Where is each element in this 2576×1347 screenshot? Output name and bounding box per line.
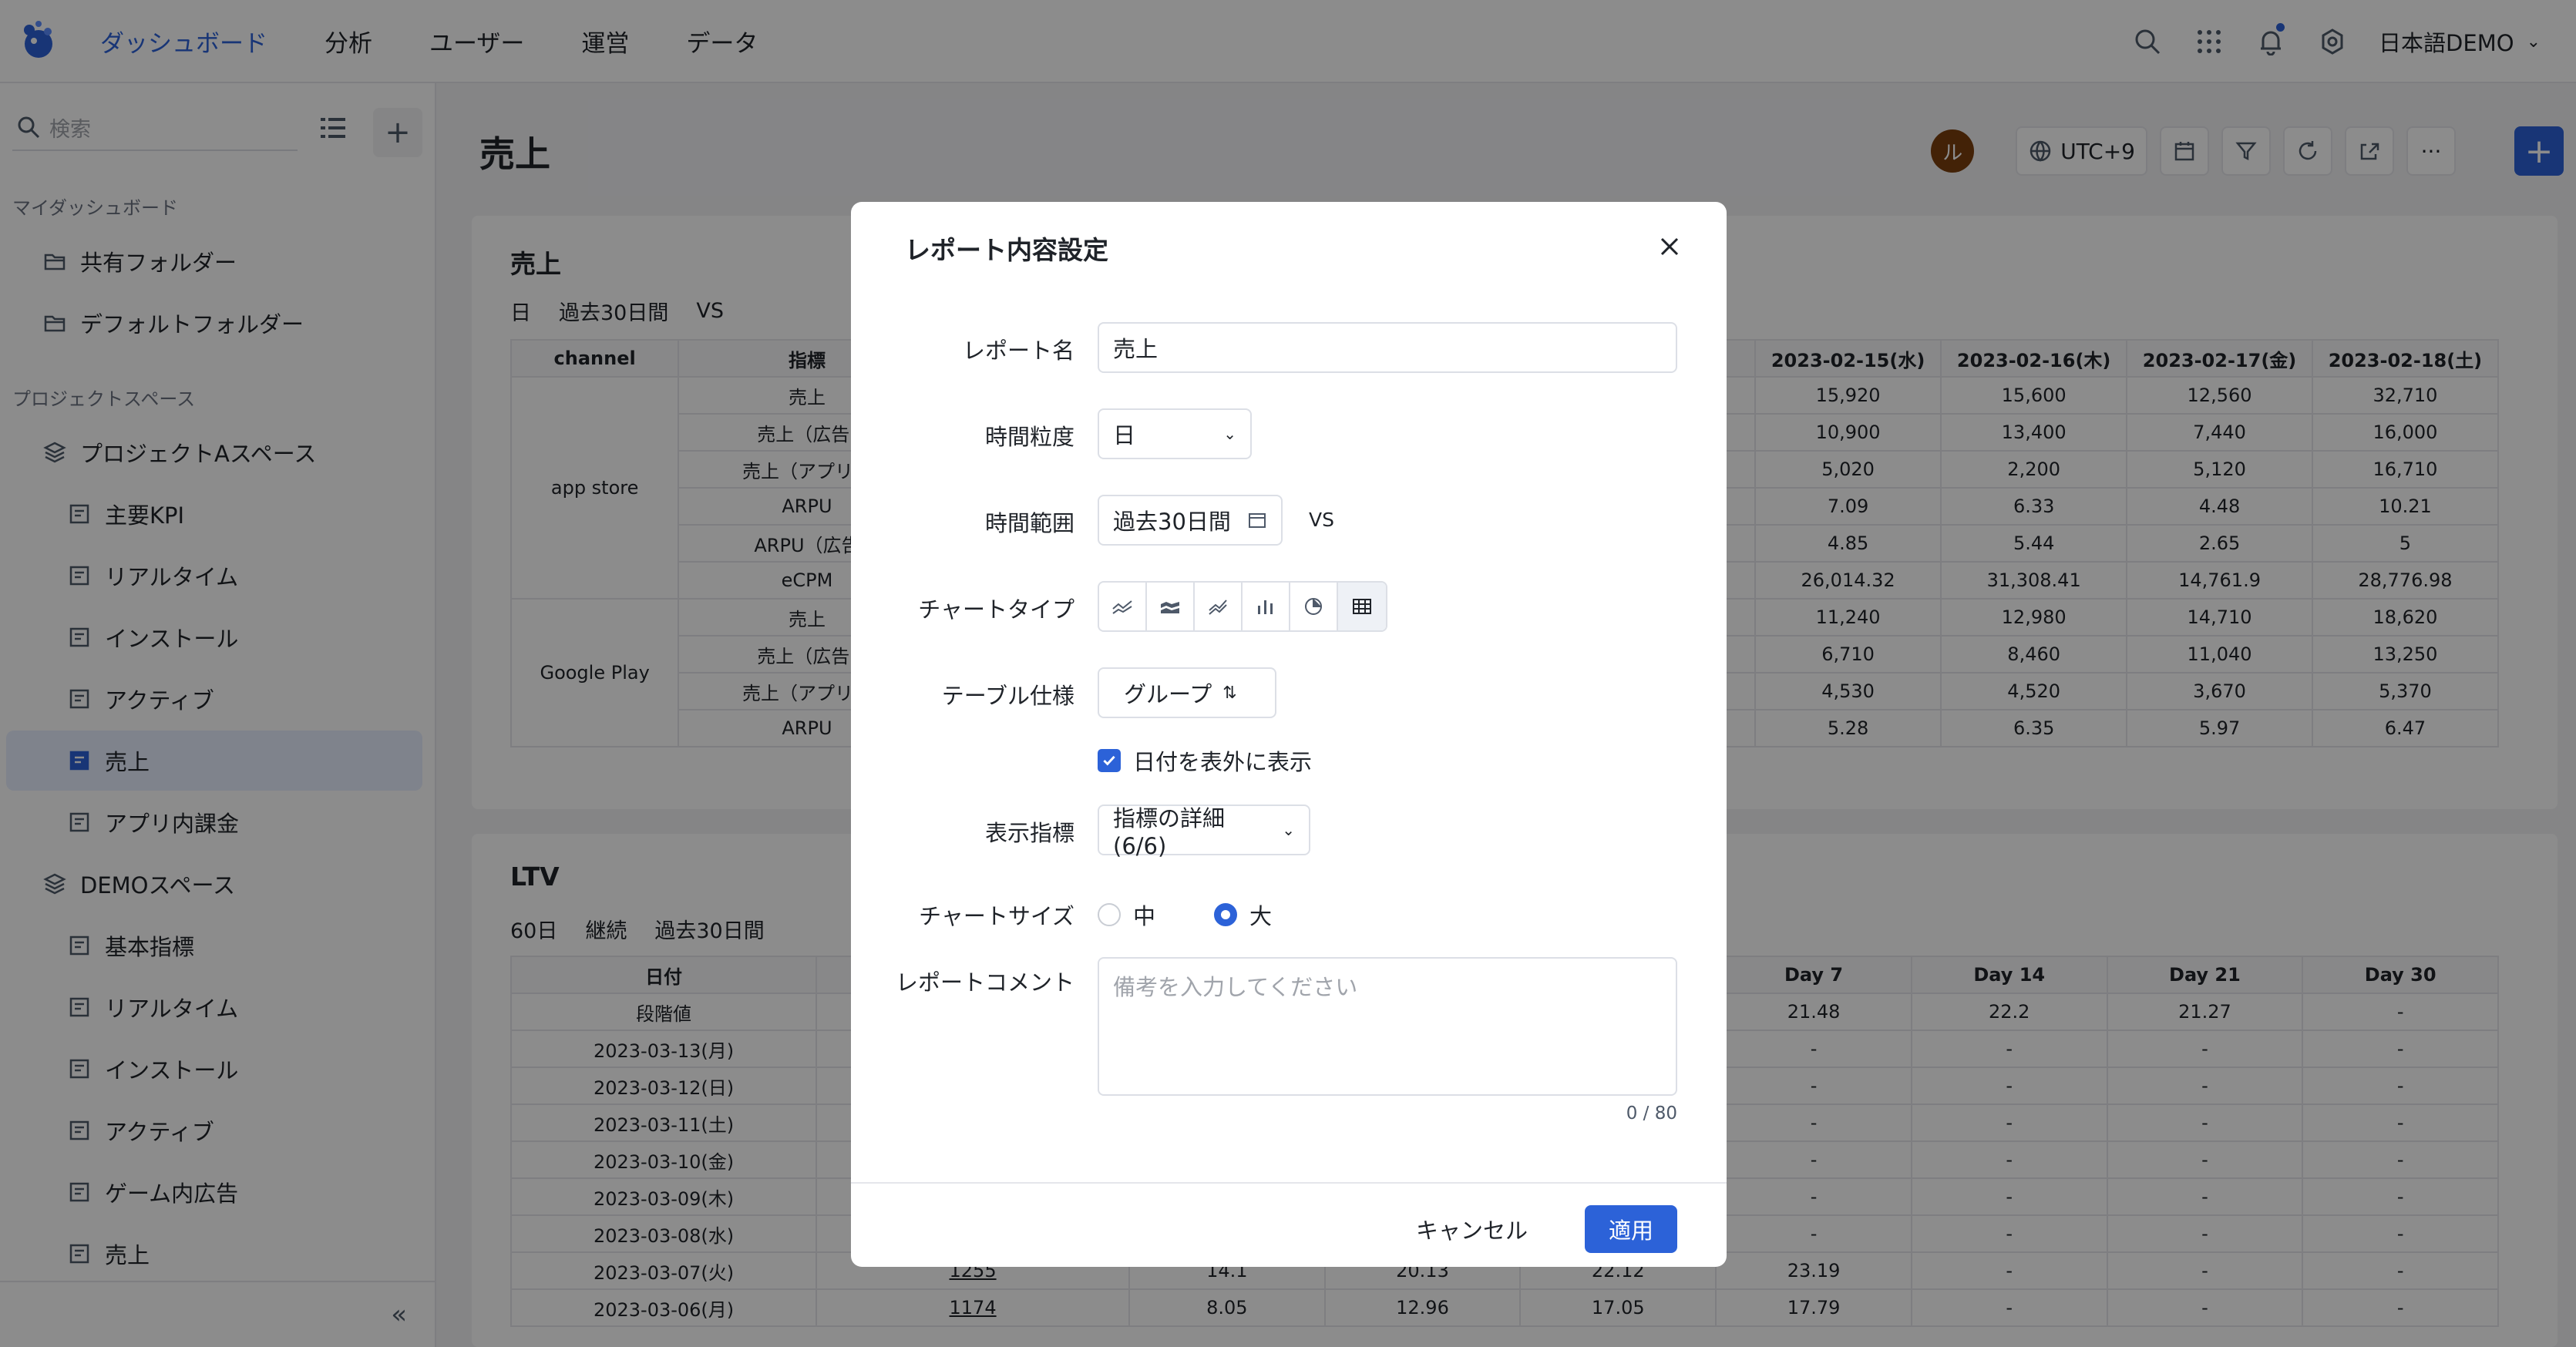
dialog-title: レポート内容設定 [905,235,1108,265]
comment-placeholder: 備考を入力してください [1113,974,1358,1000]
metrics-label: 表示指標 [984,820,1074,846]
chart-type-selector [1098,581,1387,632]
calendar-icon [1249,513,1266,528]
table-spec-select[interactable]: グループ ⇅ [1098,667,1276,718]
radio-large[interactable] [1214,903,1238,926]
caret-down-icon: ⌄ [1223,425,1236,443]
close-button[interactable] [1654,231,1685,262]
radio-large-label[interactable]: 大 [1249,899,1272,931]
close-icon [1660,237,1679,256]
metrics-value: 指標の詳細 (6/6) [1113,805,1226,859]
report-name-input[interactable]: 売上 [1098,322,1677,373]
chart-size-label: チャートサイズ [919,903,1074,929]
checkbox-checked[interactable] [1098,749,1121,772]
table-spec-value: グループ [1124,681,1212,707]
chevron-down-icon: ⌄ [1282,821,1295,839]
area-chart-icon [1161,602,1179,613]
metrics-select[interactable]: 指標の詳細 (6/6) ⌄ [1098,805,1310,859]
chart-type-pie[interactable] [1290,583,1338,630]
chart-type-trend[interactable] [1195,583,1243,630]
chart-type-table[interactable] [1338,583,1386,630]
report-name-label: レポート名 [962,338,1074,364]
sort-az-icon: ⇅ [1222,683,1237,703]
trend-chart-icon [1209,600,1227,615]
check-icon [1103,755,1115,766]
time-range-value: 過去30日間 [1113,509,1231,535]
comment-char-counter: 0 / 80 [1626,1103,1677,1124]
vs-compare-toggle[interactable]: VS [1309,509,1334,531]
time-range-picker[interactable]: 過去30日間 [1098,495,1283,546]
time-range-label: 時間範囲 [984,510,1074,536]
apply-button[interactable]: 適用 [1585,1205,1677,1253]
dialog-footer: キャンセル 適用 [851,1182,1727,1267]
report-name-value: 売上 [1113,336,1159,362]
table-icon [1353,599,1371,614]
radio-medium-label[interactable]: 中 [1133,899,1155,931]
chart-type-bar[interactable] [1243,583,1290,630]
granularity-label: 時間粒度 [984,424,1074,450]
chart-type-area[interactable] [1147,583,1195,630]
report-settings-dialog: レポート内容設定 レポート名 売上 時間粒度 日 ⌄ 時間範囲 過去30日間 V… [851,202,1727,1267]
table-spec-label: テーブル仕様 [941,683,1074,709]
pie-chart-icon [1305,598,1322,615]
granularity-value: 日 [1113,422,1136,448]
show-date-outside-checkbox[interactable]: 日付を表外に表示 [1098,744,1312,777]
chart-type-line[interactable] [1099,583,1147,630]
comment-textarea[interactable]: 備考を入力してください [1098,957,1677,1096]
show-date-outside-label: 日付を表外に表示 [1133,749,1313,775]
line-chart-icon [1112,600,1132,614]
radio-medium[interactable] [1098,903,1121,926]
chart-size-radio-group: 中 大 [1098,899,1272,931]
comment-label: レポートコメント [895,969,1074,996]
cancel-button[interactable]: キャンセル [1397,1205,1546,1253]
granularity-select[interactable]: 日 ⌄ [1098,408,1252,459]
bar-chart-icon [1258,600,1273,614]
chart-type-label: チャートタイプ [918,596,1074,623]
